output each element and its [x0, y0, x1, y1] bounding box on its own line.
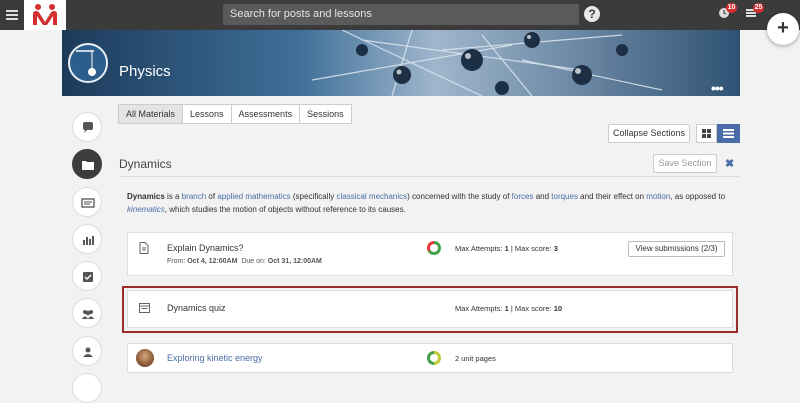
tab-assessments[interactable]: Assessments	[230, 104, 301, 124]
checkbox-icon	[83, 272, 93, 282]
rail-groups-button[interactable]	[72, 298, 102, 328]
course-title: Physics	[119, 63, 171, 80]
grid-view-button[interactable]	[696, 124, 717, 143]
group-icon	[82, 310, 94, 319]
section-divider	[119, 176, 740, 177]
lesson-card[interactable]: Exploring kinetic energy 2 unit pages	[127, 343, 733, 373]
lesson-pages: 2 unit pages	[455, 354, 496, 363]
grid-icon	[702, 129, 711, 138]
progress-ring	[427, 351, 441, 365]
link-motion[interactable]: motion	[646, 192, 670, 201]
view-submissions-button[interactable]: View submissions (2/3)	[628, 241, 725, 257]
notifications-badge: 10	[726, 3, 737, 13]
lesson-title[interactable]: Exploring kinetic energy	[167, 353, 263, 363]
assignment-card[interactable]: Explain Dynamics? From: Oct 4, 12:00AM D…	[127, 232, 733, 276]
materials-tabs: All Materials Lessons Assessments Sessio…	[118, 104, 352, 124]
link-branch[interactable]: branch	[182, 192, 206, 201]
assignment-meta: Max Attempts: 1 | Max score: 3	[455, 244, 558, 253]
help-icon[interactable]: ?	[584, 6, 600, 22]
tab-sessions[interactable]: Sessions	[299, 104, 352, 124]
rail-gradebook-button[interactable]	[72, 187, 102, 217]
document-icon	[139, 242, 149, 254]
course-logo	[68, 43, 108, 83]
hamburger-menu-icon[interactable]	[6, 8, 18, 22]
rail-attendance-button[interactable]	[72, 261, 102, 291]
save-section-button[interactable]: Save Section	[653, 154, 717, 173]
messages-icon[interactable]: 25	[745, 3, 764, 20]
add-button[interactable]: +	[767, 13, 799, 45]
section-title: Dynamics	[119, 157, 172, 171]
link-classical-mechanics[interactable]: classical mechanics	[336, 192, 407, 201]
assignment-dates: From: Oct 4, 12:00AM Due on: Oct 31, 12:…	[167, 258, 322, 265]
collapse-sections-button[interactable]: Collapse Sections	[608, 124, 690, 143]
folder-icon	[82, 161, 94, 170]
link-forces[interactable]: forces	[512, 192, 534, 201]
gradebook-icon	[81, 198, 95, 208]
link-kinematics[interactable]: kinematics	[127, 205, 165, 214]
list-view-button[interactable]	[717, 124, 740, 143]
course-banner: Physics •••	[62, 30, 740, 96]
rail-materials-button[interactable]	[72, 149, 102, 179]
close-section-icon[interactable]: ✖	[725, 157, 734, 170]
assignment-title[interactable]: Explain Dynamics?	[167, 243, 244, 253]
messages-badge: 25	[753, 3, 764, 13]
bar-chart-icon	[83, 236, 94, 245]
top-bar: Search for posts and lessons ? 10 25	[0, 0, 800, 30]
rail-updates-button[interactable]	[72, 112, 102, 142]
lesson-thumbnail	[136, 349, 154, 367]
notifications-icon[interactable]: 10	[718, 3, 737, 20]
user-icon	[83, 347, 93, 357]
search-input[interactable]: Search for posts and lessons	[223, 4, 579, 25]
selection-highlight	[122, 286, 738, 333]
speech-bubble-icon	[83, 122, 93, 133]
section-description: Dynamics is a branch of applied mathemat…	[127, 192, 726, 214]
link-applied-mathematics[interactable]: applied mathematics	[217, 192, 290, 201]
tab-lessons[interactable]: Lessons	[182, 104, 232, 124]
link-torques[interactable]: torques	[551, 192, 578, 201]
tab-all-materials[interactable]: All Materials	[118, 104, 184, 124]
rail-members-button[interactable]	[72, 336, 102, 366]
desc-term: Dynamics	[127, 192, 165, 201]
list-icon	[723, 129, 734, 138]
progress-ring	[427, 241, 441, 255]
course-more-icon[interactable]: •••	[711, 80, 724, 96]
app-logo[interactable]	[24, 0, 66, 30]
rail-analytics-button[interactable]	[72, 224, 102, 254]
